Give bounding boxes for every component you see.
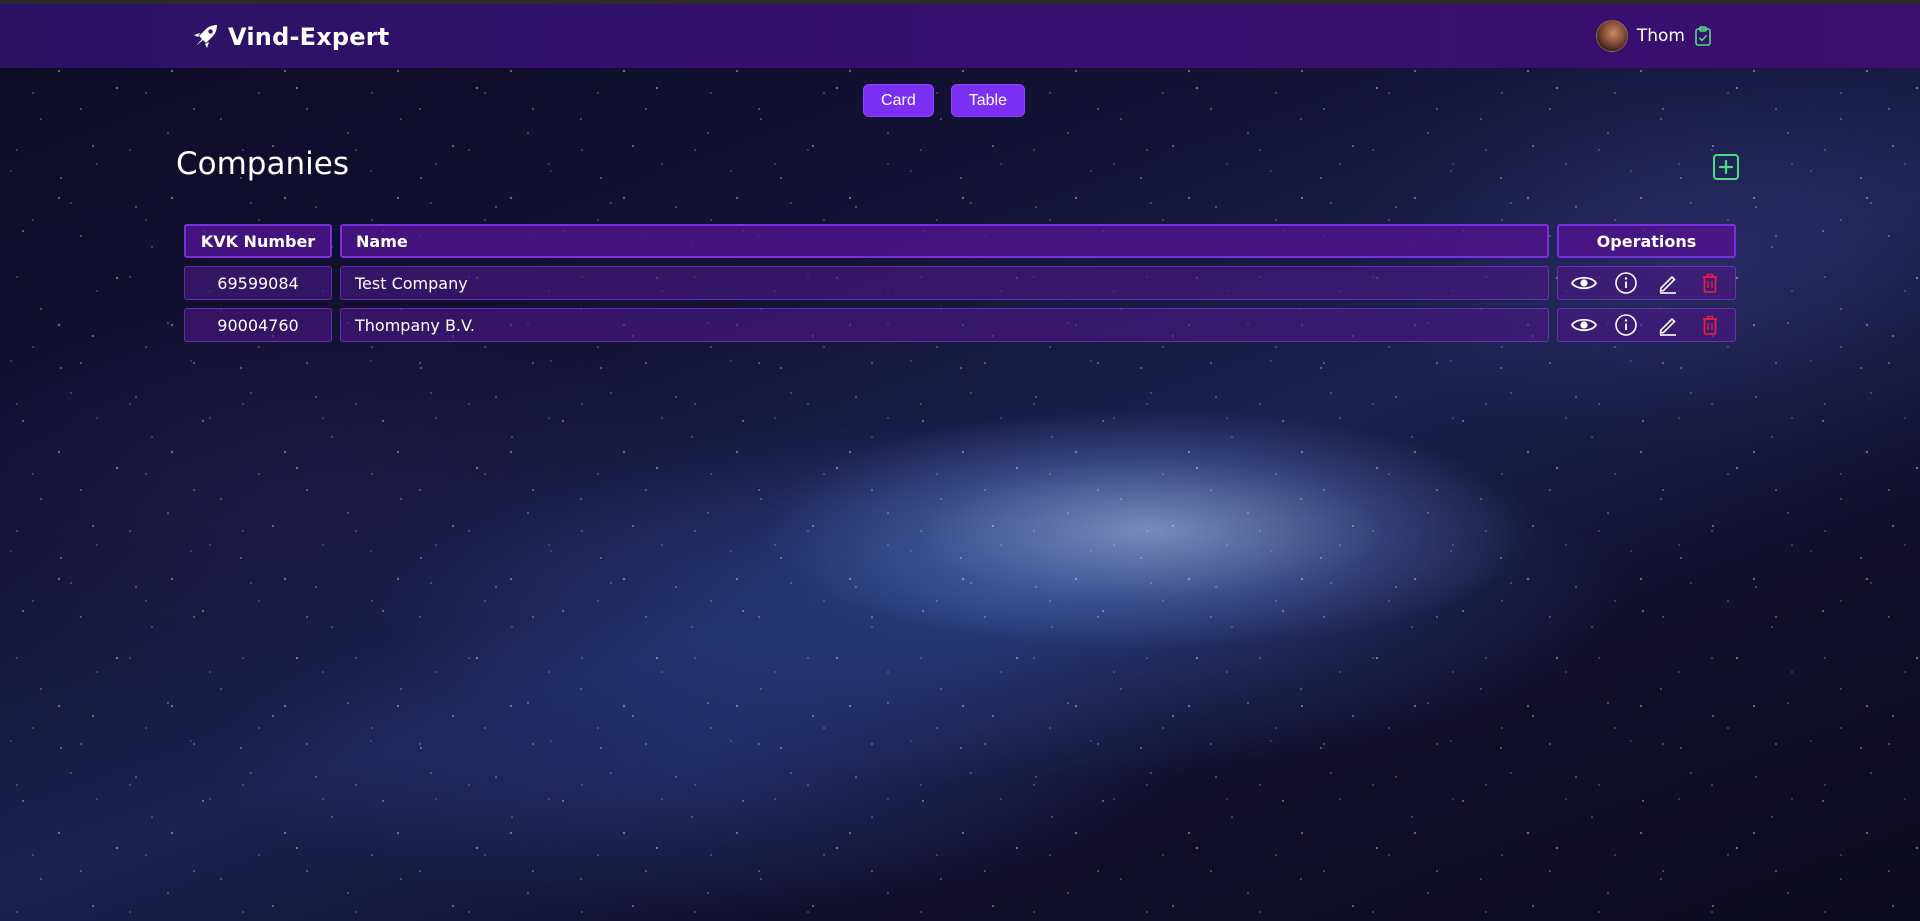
eye-icon[interactable] [1570, 270, 1597, 296]
user-menu[interactable]: Thom [1595, 20, 1712, 52]
pencil-icon[interactable] [1655, 312, 1681, 338]
clipboard-check-icon[interactable] [1694, 25, 1712, 47]
trash-icon[interactable] [1697, 270, 1723, 296]
add-company-button[interactable] [1711, 152, 1741, 182]
navbar: Vind-Expert Thom [0, 4, 1920, 68]
page-title: Companies [176, 146, 349, 182]
company-name-cell: Thompany B.V. [340, 308, 1549, 342]
trash-icon[interactable] [1697, 312, 1723, 338]
user-name: Thom [1636, 26, 1685, 46]
eye-icon[interactable] [1570, 312, 1597, 338]
table-row: 90004760 Thompany B.V. [184, 308, 1736, 342]
starfield-background [0, 0, 1920, 921]
companies-table: KVK Number Name Operations 69599084 Test… [184, 224, 1736, 350]
header-name: Name [340, 224, 1549, 258]
table-row: 69599084 Test Company [184, 266, 1736, 300]
card-view-button[interactable]: Card [863, 84, 934, 117]
brand-link[interactable]: Vind-Expert [190, 22, 389, 52]
operations-cell [1557, 308, 1736, 342]
kvk-number-cell: 90004760 [184, 308, 332, 342]
kvk-number-cell: 69599084 [184, 266, 332, 300]
info-icon[interactable] [1613, 270, 1639, 296]
company-name-cell: Test Company [340, 266, 1549, 300]
header-kvk-number: KVK Number [184, 224, 332, 258]
info-icon[interactable] [1613, 312, 1639, 338]
view-toggle: Card Table [0, 84, 1920, 117]
starfield-background-layer [0, 0, 1920, 921]
table-view-button[interactable]: Table [950, 84, 1025, 117]
plus-square-icon [1713, 154, 1739, 180]
header-operations: Operations [1557, 224, 1736, 258]
table-header-row: KVK Number Name Operations [184, 224, 1736, 258]
brand-name: Vind-Expert [228, 23, 390, 51]
pencil-icon[interactable] [1655, 270, 1681, 296]
rocket-icon [190, 22, 220, 52]
avatar [1595, 20, 1628, 52]
operations-cell [1557, 266, 1736, 300]
